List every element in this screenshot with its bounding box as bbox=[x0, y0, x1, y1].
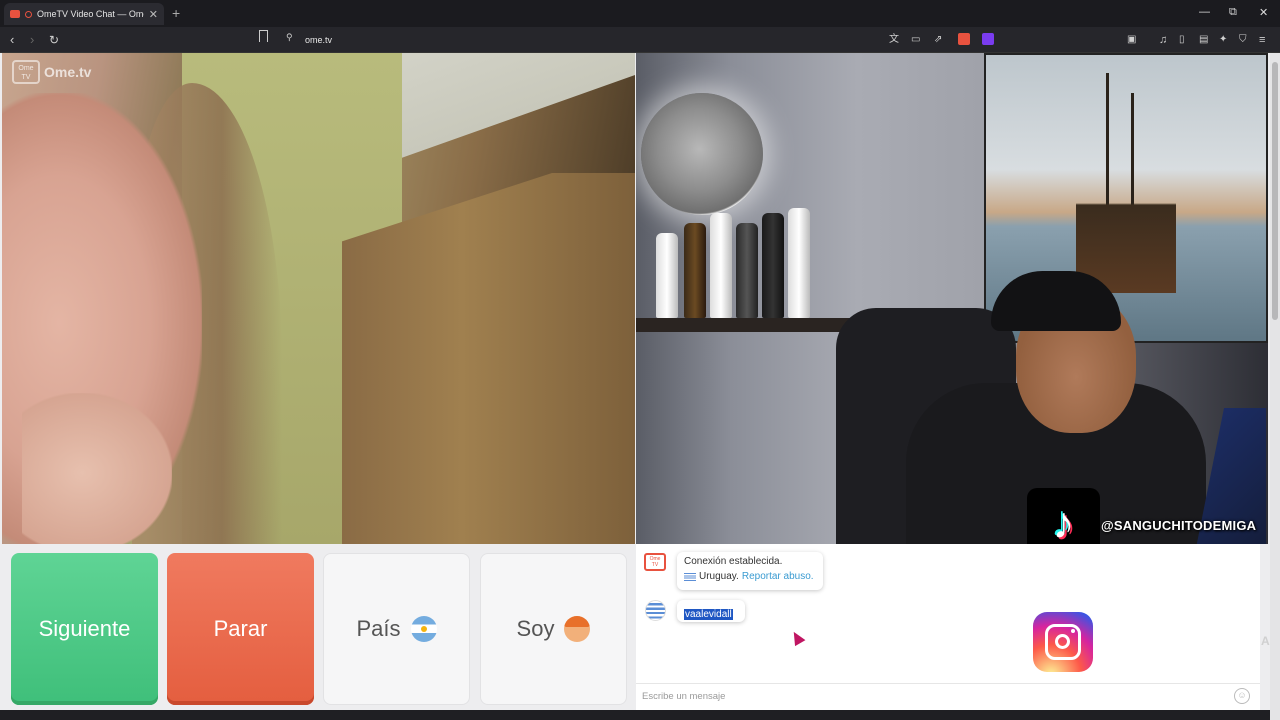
hand bbox=[22, 393, 172, 544]
next-button-label: Siguiente bbox=[38, 616, 131, 641]
instagram-logo-icon bbox=[1033, 612, 1093, 672]
ometv-logo-text: Ome.tv bbox=[44, 64, 92, 80]
country-button-label: País bbox=[356, 616, 401, 641]
minimize-button[interactable]: — bbox=[1199, 6, 1210, 18]
sidebar-panel-icon[interactable]: ▣ bbox=[1127, 32, 1136, 48]
boy-avatar-icon bbox=[564, 616, 591, 642]
gender-button-label: Soy bbox=[516, 616, 555, 641]
new-tab-button[interactable]: + bbox=[172, 5, 180, 21]
ometv-logo-icon: Ome TV bbox=[12, 60, 40, 84]
bottle bbox=[684, 223, 706, 318]
scrollbar-thumb[interactable] bbox=[1272, 62, 1278, 320]
music-icon[interactable]: ♫ bbox=[1159, 32, 1167, 48]
translate-icon[interactable]: 文 bbox=[889, 32, 899, 48]
moon-lamp bbox=[641, 93, 763, 215]
tab-title: OmeTV Video Chat — Omegl bbox=[37, 9, 144, 19]
wallet-icon[interactable]: ▤ bbox=[1199, 32, 1208, 48]
ometv-logo: Ome TV Ome.tv bbox=[12, 60, 91, 84]
tiktok-handle: @SANGUCHITODEMIGA bbox=[1101, 518, 1257, 533]
brave-shield-icon[interactable] bbox=[958, 33, 970, 45]
close-tab-icon[interactable]: ✕ bbox=[149, 8, 158, 21]
report-abuse-link[interactable]: Reportar abuso. bbox=[742, 571, 814, 582]
message-input[interactable] bbox=[642, 688, 1222, 704]
self-video bbox=[636, 53, 1268, 544]
country-name: Uruguay. bbox=[699, 571, 739, 582]
country-line: Uruguay. Reportar abuso. bbox=[684, 571, 816, 582]
forward-icon[interactable]: › bbox=[30, 32, 34, 48]
stop-button-label: Parar bbox=[213, 616, 268, 641]
gender-button[interactable]: Soy bbox=[480, 553, 627, 705]
chat-input-bar: ☺ bbox=[636, 683, 1260, 708]
browser-tab-ometv[interactable]: OmeTV Video Chat — Omegl ✕ bbox=[4, 3, 164, 25]
country-button[interactable]: País bbox=[323, 553, 470, 705]
emoji-icon[interactable]: ☺ bbox=[1234, 688, 1250, 704]
brave-rewards-icon[interactable] bbox=[982, 33, 994, 45]
bookmark-icon[interactable] bbox=[259, 30, 268, 42]
tab-bar: OmeTV Video Chat — Omegl ✕ + — ⧉ ✕ bbox=[0, 0, 1280, 27]
cast-icon[interactable]: ▭ bbox=[911, 32, 920, 48]
system-message: Conexión establecida. Uruguay. Reportar … bbox=[677, 552, 823, 590]
site-info-icon[interactable]: ⚲ bbox=[286, 32, 293, 43]
ometv-system-icon: Ome TV bbox=[644, 553, 666, 571]
menu-icon[interactable]: ≡ bbox=[1259, 32, 1265, 48]
bottle bbox=[788, 208, 810, 318]
recording-indicator-icon bbox=[25, 10, 32, 18]
bottle bbox=[710, 213, 732, 318]
youtube-recording-icon bbox=[10, 10, 20, 18]
bottle bbox=[762, 213, 784, 318]
uruguay-flag-icon bbox=[684, 572, 696, 581]
stop-button[interactable]: Parar bbox=[167, 553, 314, 705]
wardrobe bbox=[342, 173, 635, 544]
chat-message-text[interactable]: vaalevidall bbox=[684, 609, 733, 620]
leo-ai-icon[interactable]: ✦ bbox=[1219, 32, 1227, 48]
argentina-flag-icon bbox=[410, 616, 437, 642]
address-bar[interactable]: ome.tv bbox=[305, 35, 332, 45]
vpn-shield-icon[interactable]: ⛉ bbox=[1239, 32, 1247, 48]
chat-message: vaalevidall bbox=[677, 600, 745, 622]
back-icon[interactable]: ‹ bbox=[10, 32, 14, 48]
bottle bbox=[656, 233, 678, 318]
next-button[interactable]: Siguiente bbox=[11, 553, 158, 705]
share-icon[interactable]: ⇗ bbox=[934, 32, 942, 48]
restore-button[interactable]: ⧉ bbox=[1229, 6, 1237, 19]
watermark-letter: A bbox=[1261, 634, 1270, 648]
connection-status: Conexión establecida. bbox=[684, 556, 783, 567]
stranger-video: Ome TV Ome.tv bbox=[2, 53, 635, 544]
close-window-button[interactable]: ✕ bbox=[1259, 6, 1268, 19]
sidebar-icon[interactable]: ▯ bbox=[1179, 32, 1185, 48]
stranger-avatar bbox=[645, 600, 666, 621]
reload-icon[interactable]: ↻ bbox=[49, 32, 59, 48]
ship bbox=[1076, 93, 1176, 293]
bottle bbox=[736, 223, 758, 318]
window-bottom-edge bbox=[0, 710, 1270, 720]
browser-toolbar: ‹ › ↻ ⚲ ome.tv 文 ▭ ⇗ ▣ ♫ ▯ ▤ ✦ ⛉ ≡ bbox=[0, 27, 1280, 53]
